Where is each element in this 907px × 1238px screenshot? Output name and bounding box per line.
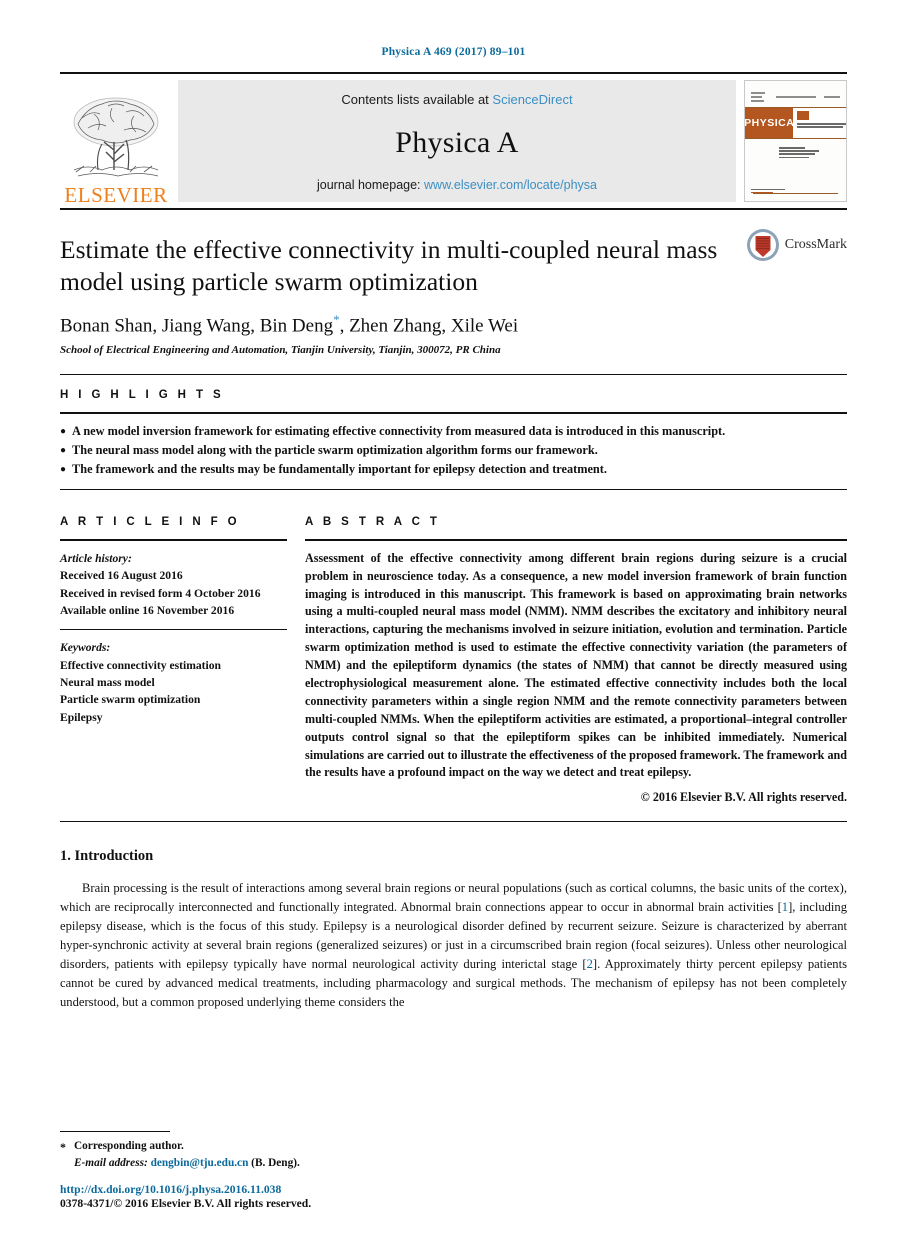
highlight-text: The framework and the results may be fun… [72, 461, 607, 476]
article-info-column: A R T I C L E I N F O Article history: R… [60, 504, 305, 806]
journal-masthead: ELSEVIER Contents lists available at Sci… [60, 74, 847, 208]
elsevier-tree-icon [73, 97, 159, 177]
homepage-prefix: journal homepage: [316, 178, 425, 192]
paper-page: Physica A 469 (2017) 89–101 ELSEVIER Con… [0, 0, 907, 1238]
highlights-header: H I G H L I G H T S [60, 375, 847, 412]
authors-tail: , Zhen Zhang, Xile Wei [339, 315, 519, 337]
highlight-item: ● The framework and the results may be fu… [60, 460, 847, 479]
keyword-item: Neural mass model [60, 676, 155, 690]
highlights-bottom-rule [60, 488, 847, 490]
body-top-rule [60, 821, 847, 823]
corresponding-author-text: Corresponding author. [74, 1140, 184, 1153]
footnote-rule [60, 1131, 170, 1133]
article-history-title: Article history: [60, 551, 132, 565]
highlights-section: H I G H L I G H T S ● A new model inversi… [60, 373, 847, 490]
highlight-item: ● The neural mass model along with the pa… [60, 441, 847, 460]
email-link[interactable]: dengbin@tju.edu.cn [151, 1157, 249, 1169]
highlight-item: ● A new model inversion framework for est… [60, 422, 847, 441]
page-title: Estimate the effective connectivity in m… [60, 235, 718, 297]
issn-copyright: 0378-4371/© 2016 Elsevier B.V. All right… [60, 1197, 312, 1210]
author-list: Bonan Shan, Jiang Wang, Bin Deng*, Zhen … [60, 312, 847, 337]
bullet-icon: ● [60, 425, 67, 437]
history-revised: Received in revised form 4 October 2016 [60, 586, 261, 600]
introduction-heading: 1. Introduction [60, 848, 154, 865]
bullet-icon: ● [60, 463, 67, 475]
page-footnote: * Corresponding author. E-mail address: d… [60, 1131, 540, 1210]
abstract-header: A B S T R A C T [305, 504, 847, 539]
keyword-item: Particle swarm optimization [60, 693, 201, 707]
highlights-list: ● A new model inversion framework for est… [60, 414, 847, 489]
journal-title: Physica A [395, 125, 519, 159]
elsevier-wordmark: ELSEVIER [64, 183, 168, 207]
abstract-column: A B S T R A C T Assessment of the effect… [305, 504, 847, 806]
bullet-icon: ● [60, 444, 67, 456]
doi-link[interactable]: http://dx.doi.org/10.1016/j.physa.2016.1… [60, 1183, 540, 1196]
introduction-section: 1. Introduction Brain processing is the … [60, 848, 847, 1011]
intro-text-part1: Brain processing is the result of intera… [60, 881, 847, 915]
authors-lead: Bonan Shan, Jiang Wang, Bin Deng [60, 315, 334, 337]
cover-title-band: PHYSICA [745, 107, 846, 139]
article-info-header: A R T I C L E I N F O [60, 504, 287, 539]
masthead-center-panel: Contents lists available at ScienceDirec… [178, 80, 736, 202]
highlight-text: A new model inversion framework for esti… [72, 423, 726, 438]
running-head: Physica A 469 (2017) 89–101 [381, 46, 526, 58]
highlight-text: The neural mass model along with the par… [72, 442, 598, 457]
cover-top-row [751, 88, 840, 105]
introduction-paragraph: Brain processing is the result of intera… [60, 879, 847, 1011]
journal-homepage-line: journal homepage: www.elsevier.com/locat… [317, 178, 597, 192]
cover-footer-lines [751, 188, 840, 195]
article-info-body: Article history: Received 16 August 2016… [60, 541, 287, 727]
cover-editor-lines [779, 147, 838, 160]
corresponding-author-note: * Corresponding author. [60, 1138, 540, 1154]
keywords-block: Keywords: Effective connectivity estimat… [60, 639, 287, 726]
crossmark-badge[interactable]: CrossMark [746, 228, 847, 262]
sciencedirect-link[interactable]: ScienceDirect [492, 92, 572, 107]
highlights-label: H I G H L I G H T S [60, 388, 225, 401]
article-info-label: A R T I C L E I N F O [60, 515, 241, 528]
email-note: E-mail address: dengbin@tju.edu.cn (B. D… [60, 1155, 540, 1171]
cover-subtitle-lines [793, 108, 846, 138]
history-received: Received 16 August 2016 [60, 569, 183, 583]
cover-journal-title: PHYSICA [744, 117, 795, 129]
journal-homepage-link[interactable]: www.elsevier.com/locate/physa [424, 178, 597, 192]
keywords-title: Keywords: [60, 641, 111, 655]
contents-available-line: Contents lists available at ScienceDirec… [341, 92, 572, 107]
contents-prefix: Contents lists available at [341, 92, 493, 107]
keyword-item: Effective connectivity estimation [60, 658, 221, 672]
crossmark-label: CrossMark [784, 237, 847, 252]
affiliation: School of Electrical Engineering and Aut… [60, 343, 501, 356]
article-info-separator [60, 629, 287, 631]
abstract-body: Assessment of the effective connectivity… [305, 541, 847, 806]
info-abstract-section: A R T I C L E I N F O Article history: R… [60, 504, 847, 806]
journal-cover-thumbnail: PHYSICA [744, 80, 847, 202]
abstract-text: Assessment of the effective connectivity… [305, 550, 847, 780]
article-history: Article history: Received 16 August 2016… [60, 550, 287, 620]
history-online: Available online 16 November 2016 [60, 603, 235, 617]
title-block: Estimate the effective connectivity in m… [60, 210, 847, 356]
abstract-label: A B S T R A C T [305, 515, 441, 528]
abstract-copyright: © 2016 Elsevier B.V. All rights reserved… [640, 790, 847, 805]
crossmark-icon [746, 229, 779, 261]
elsevier-logo: ELSEVIER [60, 74, 172, 208]
email-label: E-mail address: [74, 1156, 148, 1169]
keyword-item: Epilepsy [60, 710, 103, 724]
email-suffix: (B. Deng). [248, 1156, 300, 1169]
